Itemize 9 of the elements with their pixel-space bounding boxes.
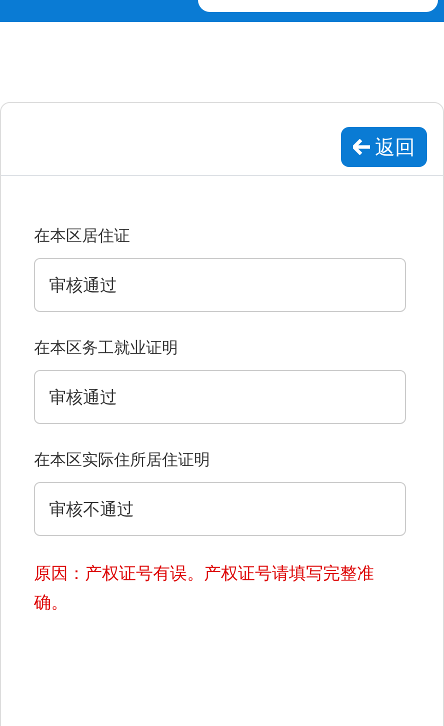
reason-text: 原因：产权证号有误。产权证号请填写完整准确。 [33, 563, 375, 615]
field-label: 在本区务工就业证明 [34, 337, 179, 359]
field-label: 在本区居住证 [34, 225, 131, 247]
back-button[interactable]: 返回 [341, 127, 427, 167]
status-field[interactable]: 审核不通过 [34, 482, 406, 536]
status-field[interactable]: 审核通过 [34, 258, 406, 312]
arrow-left-icon [353, 139, 371, 155]
field-label: 在本区实际住所居住证明 [34, 449, 211, 471]
status-field[interactable]: 审核通过 [34, 370, 406, 424]
